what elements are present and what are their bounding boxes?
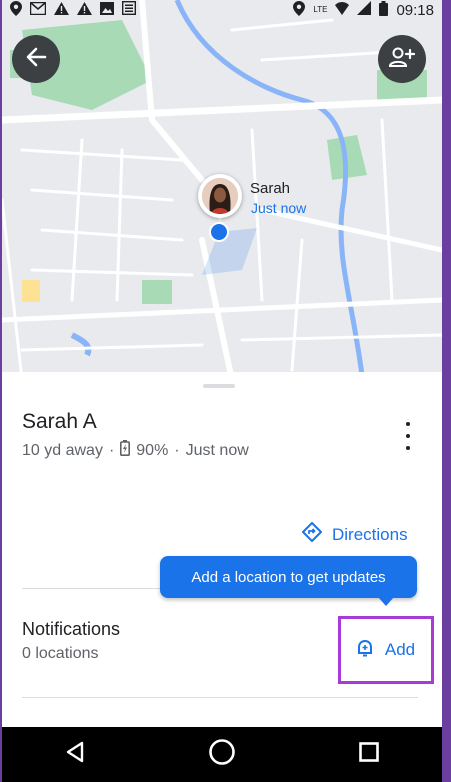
nav-recents-button[interactable]: [339, 727, 399, 782]
notifications-count: 0 locations: [22, 645, 99, 662]
separator: ·: [108, 441, 115, 459]
current-location-dot: [209, 222, 229, 242]
back-button[interactable]: [12, 35, 60, 83]
last-updated: Just now: [185, 441, 249, 459]
status-time: 09:18: [396, 1, 434, 19]
arrow-left-icon: [25, 46, 47, 73]
directions-icon: [302, 522, 322, 547]
avatar: [202, 178, 238, 214]
battery-icon: [379, 0, 389, 20]
more-vert-icon: [406, 422, 410, 426]
battery-level: 90%: [136, 441, 169, 459]
network-type-label: LTE: [313, 5, 328, 14]
nav-home-button[interactable]: [192, 727, 252, 782]
status-bar: LTE 09:18: [2, 0, 442, 20]
warning-icon: [77, 1, 92, 19]
news-icon: [121, 0, 137, 19]
distance-text: 10 yd away: [22, 441, 103, 459]
person-name: Sarah A: [22, 410, 97, 433]
location-icon: [293, 0, 306, 20]
recents-square-icon: [358, 742, 379, 767]
person-add-icon: [388, 45, 416, 74]
notifications-title: Notifications: [22, 619, 121, 639]
directions-label: Directions: [332, 524, 408, 544]
tooltip: Add a location to get updates: [160, 556, 417, 598]
person-status: 10 yd away · 90% · Just now: [22, 440, 249, 461]
image-icon: [100, 1, 114, 19]
more-options-button[interactable]: [398, 422, 418, 450]
wifi-icon: [335, 1, 350, 19]
pin-person-name: Sarah: [250, 180, 291, 197]
add-person-button[interactable]: [378, 35, 426, 83]
back-triangle-icon: [65, 741, 85, 768]
tooltip-text: Add a location to get updates: [191, 568, 386, 586]
system-nav-bar: [2, 727, 442, 782]
divider: [22, 697, 418, 698]
separator: ·: [174, 441, 180, 459]
bottom-sheet: Sarah A 10 yd away · 90% · Just now Dire…: [2, 372, 442, 727]
pin-last-seen: Just now: [251, 200, 307, 216]
directions-button[interactable]: Directions: [302, 522, 408, 547]
bell-add-icon: [357, 639, 373, 662]
add-notification-button[interactable]: Add: [338, 616, 434, 684]
battery-charging-icon: [120, 440, 131, 461]
add-label: Add: [384, 640, 416, 659]
map-view[interactable]: LTE 09:18 Sarah Just now: [2, 0, 442, 380]
location-icon: [10, 0, 22, 20]
location-pin[interactable]: [198, 174, 242, 218]
signal-icon: [357, 1, 372, 19]
nav-back-button[interactable]: [45, 727, 105, 782]
tooltip-tail: [378, 597, 394, 606]
gmail-icon: [29, 1, 47, 19]
warning-icon: [54, 1, 69, 19]
home-circle-icon: [208, 738, 236, 771]
app-frame: LTE 09:18 Sarah Just now Sarah A 10 yd a…: [2, 0, 442, 782]
drag-handle[interactable]: [203, 384, 235, 388]
